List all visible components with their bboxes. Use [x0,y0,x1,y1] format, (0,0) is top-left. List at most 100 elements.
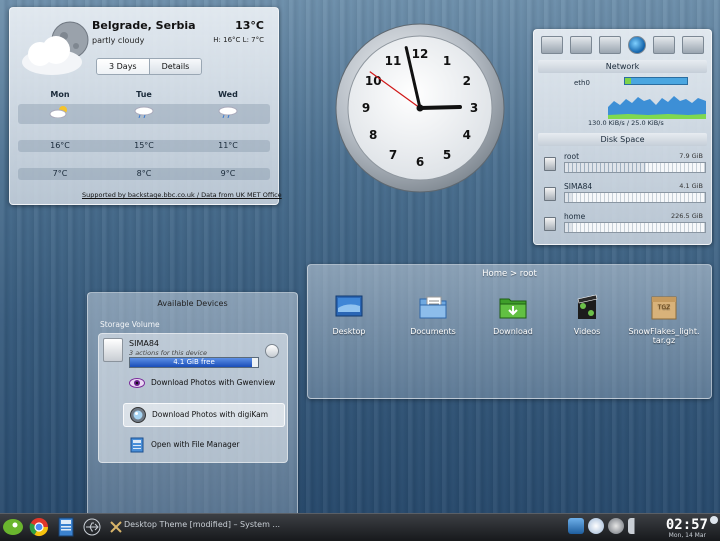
device-free-space-bar: 4.1 GiB free [129,357,259,368]
forecast-low: 8°C [136,169,152,178]
file-manager-icon [130,437,144,453]
taskbar-task-desktop-theme[interactable]: Desktop Theme [modified] – System ... [124,520,280,529]
documents-folder-icon [419,296,447,319]
chrome-browser-icon[interactable] [29,517,49,537]
taskbar-panel: Desktop Theme [modified] – System ... 02… [0,513,720,541]
clock-numeral: 10 [365,74,382,88]
system-monitor-widget: Network eth0 130.0 KiB/s / 25.0 KiB/s Di… [533,29,712,245]
package-updater-icon[interactable] [568,518,584,534]
sun-cloud-icon [49,106,67,118]
digital-clock-date: Mon, 14 Mar [668,532,706,539]
hard-disk-icon [544,157,556,171]
action-label: Open with File Manager [151,440,240,449]
disk-usage-bar [564,162,706,173]
digital-clock-time[interactable]: 02:57 [666,517,708,533]
folder-item-label: tar.gz [652,336,676,345]
weather-high-low: H: 16°C L: 7°C [213,36,264,44]
clock-numeral: 1 [443,54,451,68]
forecast-day: Tue [136,89,152,99]
clock-numeral: 5 [443,148,451,162]
hour-hand [418,105,462,110]
forecast-day: Mon [50,89,70,99]
disk-size: 226.5 GiB [671,212,703,220]
network-manager-icon[interactable] [588,518,604,534]
volume-icon[interactable] [628,518,644,534]
archive-icon: TGZ [651,296,677,320]
forecast-icon-row [18,104,270,124]
folder-item-label: Documents [410,327,456,336]
folder-item-label: SnowFlakes_light. [628,327,700,336]
folder-item-videos[interactable]: Videos [552,293,622,336]
forecast-high: 15°C [134,141,154,150]
hard-disk-icon[interactable] [541,36,564,54]
forecast-high-row: 16°C 15°C 11°C [18,140,270,152]
battery-icon[interactable] [681,36,704,54]
folder-item-archive[interactable]: TGZ SnowFlakes_light. tar.gz [624,293,704,345]
disk-usage-bar [564,222,706,233]
forecast-high: 11°C [218,141,238,150]
clock-center-pin [416,104,424,112]
forecast-day-row: Mon Tue Wed [18,88,270,100]
disk-row: SIMA84 4.1 GiB [538,178,707,208]
folder-item-label: Videos [573,327,601,336]
analog-clock: 12 12 3 45 6 78 9 1011 [335,23,505,193]
clock-numeral: 8 [369,128,377,142]
clock-numeral: 2 [463,74,471,88]
desktop-folder-icon [335,295,363,317]
eject-icon[interactable] [265,344,279,358]
weather-source-link[interactable]: Supported by backstage.bbc.co.uk / Data … [82,191,282,199]
disk-usage-bar [564,192,706,203]
forecast-low: 9°C [220,169,236,178]
disk-size: 7.9 GiB [679,152,703,160]
network-section: eth0 130.0 KiB/s / 25.0 KiB/s [538,75,707,131]
storage-volume-label: Storage Volume [100,320,160,329]
disk-space-header: Disk Space [538,133,707,146]
disk-row: root 7.9 GiB [538,148,707,178]
opensuse-kickoff-icon[interactable] [2,517,24,537]
panel-toolbox-icon[interactable] [710,516,718,524]
device-name: SIMA84 [129,339,159,348]
device-free-space: 4.1 GiB free [173,358,215,366]
folder-item-download[interactable]: Download [478,293,548,336]
weather-widget: Belgrade, Serbia 13°C partly cloudy H: 1… [9,7,282,205]
tab-3-days[interactable]: 3 Days [97,59,150,74]
folder-item-desktop[interactable]: Desktop [314,293,384,336]
clock-numeral: 4 [463,128,471,142]
folder-view-widget: Home > root Desktop Documents Download V… [307,264,712,399]
network-globe-icon[interactable] [627,36,646,54]
forecast-table: Mon Tue Wed 16°C 15°C 11°C 7°C 8°C 9°C [18,88,270,184]
rain-cloud-icon [218,106,238,118]
action-label: Download Photos with digiKam [152,410,269,419]
action-file-manager[interactable]: Open with File Manager [123,434,283,456]
device-panel[interactable]: SIMA84 3 actions for this device 4.1 GiB… [98,333,288,463]
usb-device-icon[interactable] [82,517,102,537]
device-notifier-title: Available Devices [157,299,228,308]
monitor-tabbar [534,30,711,58]
action-gwenview[interactable]: Download Photos with Gwenview [123,372,283,394]
cpu-icon[interactable] [599,36,622,54]
hard-disk-icon [544,217,556,231]
clock-numeral: 7 [389,148,397,162]
folder-item-documents[interactable]: Documents [398,293,468,336]
folder-view-title[interactable]: Home > root [308,269,711,279]
storage-icon[interactable] [570,36,593,54]
weather-condition: partly cloudy [92,36,145,45]
weather-city: Belgrade, Serbia [92,19,196,32]
network-header: Network [538,60,707,73]
device-actions-count: 3 actions for this device [129,349,207,357]
download-folder-icon [499,298,527,319]
clock-numeral: 12 [412,47,429,61]
task-app-icon [110,521,122,533]
action-digikam[interactable]: Download Photos with digiKam [123,403,285,427]
rain-cloud-icon [134,106,154,118]
weather-tabbar: 3 Days Details [96,58,203,75]
dolphin-file-manager-icon[interactable] [56,517,76,537]
klipper-icon[interactable] [608,518,624,534]
hard-disk-icon [544,187,556,201]
action-label: Download Photos with Gwenview [151,378,276,387]
disk-row: home 226.5 GiB [538,208,707,238]
clock-numeral: 9 [362,101,370,115]
network-rate: 130.0 KiB/s / 25.0 KiB/s [588,119,664,127]
tab-details[interactable]: Details [149,59,202,74]
ram-icon[interactable] [652,36,675,54]
